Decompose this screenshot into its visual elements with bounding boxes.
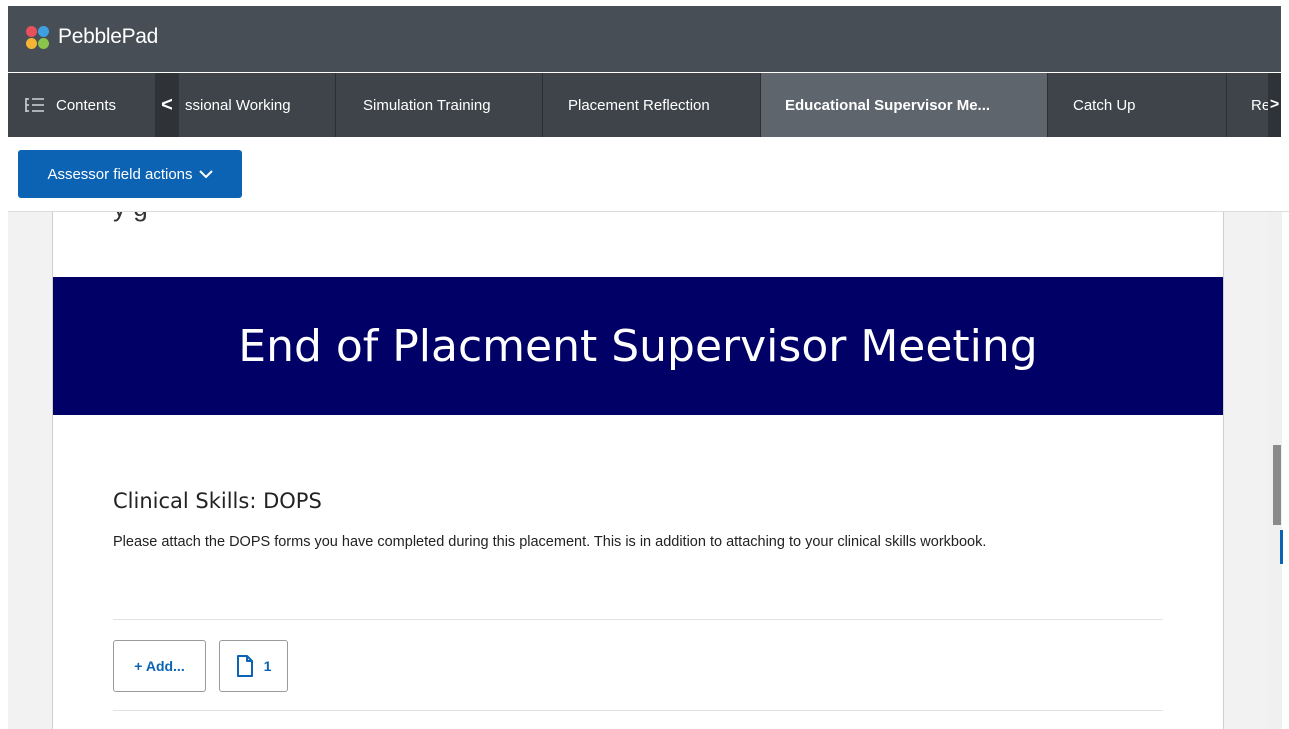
scrollbar-thumb[interactable] (1273, 445, 1281, 525)
tab-placement-reflection[interactable]: Placement Reflection (543, 73, 761, 137)
chevron-down-icon (198, 167, 213, 182)
divider (113, 619, 1163, 620)
pebblepad-logo-icon[interactable] (26, 26, 50, 50)
tab-catch-up[interactable]: Catch Up (1048, 73, 1227, 137)
assessor-toolbar: Assessor field actions (8, 137, 1289, 212)
contents-button[interactable]: Contents (8, 73, 153, 137)
contents-list-icon (24, 96, 46, 114)
assessor-field-actions-label: Assessor field actions (47, 165, 193, 183)
section-description: Please attach the DOPS forms you have co… (113, 534, 987, 550)
page-canvas: y g End of Placment Supervisor Meeting C… (8, 212, 1268, 729)
scroll-tabs-left-button[interactable]: < (155, 73, 179, 137)
document-icon (236, 655, 253, 677)
scroll-tabs-right-button[interactable]: > (1268, 73, 1281, 137)
tab-label: Catch Up (1073, 96, 1136, 114)
tab-label: Educational Supervisor Me... (785, 96, 991, 114)
section-title: Clinical Skills: DOPS (113, 489, 322, 513)
divider (113, 710, 1163, 711)
attachment-count: 1 (263, 658, 272, 674)
tab-label: Simulation Training (363, 96, 491, 114)
tab-educational-supervisor-meeting[interactable]: Educational Supervisor Me... (761, 73, 1048, 137)
contents-label: Contents (56, 96, 117, 114)
page-banner-title: End of Placment Supervisor Meeting (53, 277, 1223, 415)
page-card: y g End of Placment Supervisor Meeting C… (52, 212, 1224, 729)
tab-list: ssional Working Simulation Training Plac… (179, 73, 1281, 137)
section-tab-bar: Contents < ssional Working Simulation Tr… (8, 73, 1281, 137)
add-attachment-button[interactable]: + Add... (113, 640, 206, 692)
assessor-field-actions-button[interactable]: Assessor field actions (18, 150, 242, 198)
app-brand[interactable]: PebblePad (58, 25, 158, 49)
tab-professional-working[interactable]: ssional Working (179, 73, 336, 137)
add-label: + Add... (134, 658, 185, 674)
side-panel-edge[interactable] (1280, 530, 1283, 564)
tab-simulation-training[interactable]: Simulation Training (336, 73, 543, 137)
app-header: PebblePad (8, 6, 1281, 72)
cut-off-heading: y g (113, 212, 148, 223)
tab-label: ssional Working (185, 96, 291, 114)
tab-label: Placement Reflection (568, 96, 710, 114)
attachments-count-button[interactable]: 1 (219, 640, 288, 692)
